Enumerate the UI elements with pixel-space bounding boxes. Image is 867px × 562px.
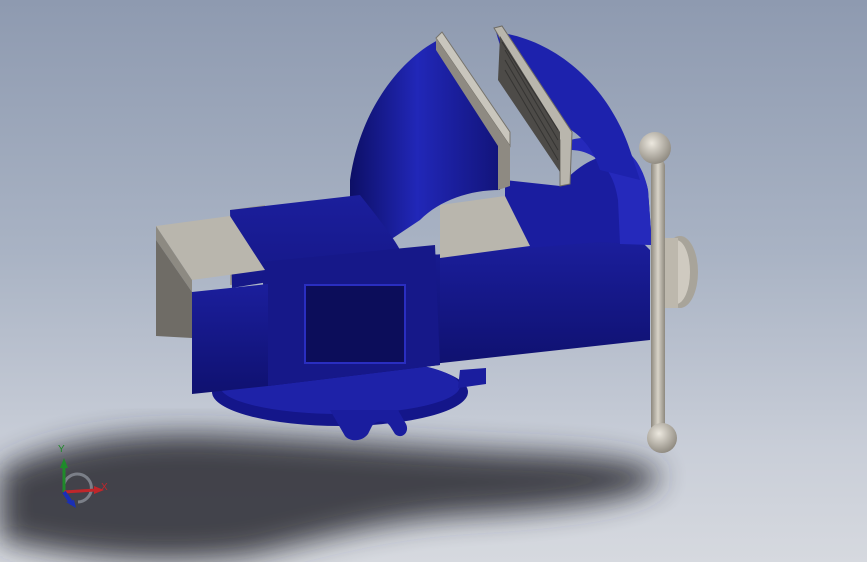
x-axis-label: X [101,482,108,493]
y-axis-label: Y [58,444,65,455]
rear-jaw-body [432,240,650,364]
orientation-triad[interactable]: Y X [50,444,120,524]
vise-handle [651,160,665,436]
base-clamp-lug [330,410,408,441]
handle-top-ball [639,132,671,164]
front-recess [304,284,406,364]
bench-vise-model[interactable] [0,0,867,562]
triad-graphic [60,458,104,508]
handle-bottom-ball [647,423,677,453]
graphics-viewport[interactable]: Y X [0,0,867,562]
